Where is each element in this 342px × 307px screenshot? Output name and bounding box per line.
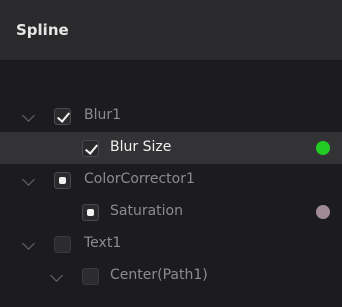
checkbox-saturation[interactable] [82, 204, 99, 221]
spline-color-dot[interactable] [316, 205, 330, 219]
tree-row-colorcorrector1[interactable]: ColorCorrector1 [0, 164, 342, 196]
checkbox-blur1[interactable] [54, 108, 71, 125]
panel-header: Spline [0, 0, 342, 61]
tree-row-blur-size[interactable]: Blur Size [0, 132, 342, 164]
tree-row-saturation[interactable]: Saturation [0, 196, 342, 228]
panel-title: Spline [16, 21, 69, 39]
tree-row-blur1[interactable]: Blur1 [0, 100, 342, 132]
tree-label-colorcorrector1: ColorCorrector1 [84, 171, 195, 187]
checkbox-text1[interactable] [54, 236, 71, 253]
chevron-down-icon[interactable] [22, 237, 35, 250]
tree-label-saturation: Saturation [110, 203, 183, 219]
spline-panel: Spline Blur1 Blur Size ColorCorrector1 S… [0, 0, 342, 307]
tree-row-text1[interactable]: Text1 [0, 228, 342, 260]
tree-label-blur1: Blur1 [84, 107, 122, 123]
checkbox-center-path1[interactable] [82, 268, 99, 285]
checkbox-blur-size[interactable] [82, 140, 99, 157]
tree-label-text1: Text1 [84, 235, 122, 251]
chevron-down-icon[interactable] [22, 109, 35, 122]
tree-label-center-path1: Center(Path1) [110, 267, 208, 283]
chevron-down-icon[interactable] [50, 269, 63, 282]
tree-row-center-path1[interactable]: Center(Path1) [0, 260, 342, 292]
spline-color-dot[interactable] [316, 141, 330, 155]
chevron-down-icon[interactable] [22, 173, 35, 186]
tree-label-blur-size: Blur Size [110, 139, 172, 155]
checkbox-colorcorrector1[interactable] [54, 172, 71, 189]
